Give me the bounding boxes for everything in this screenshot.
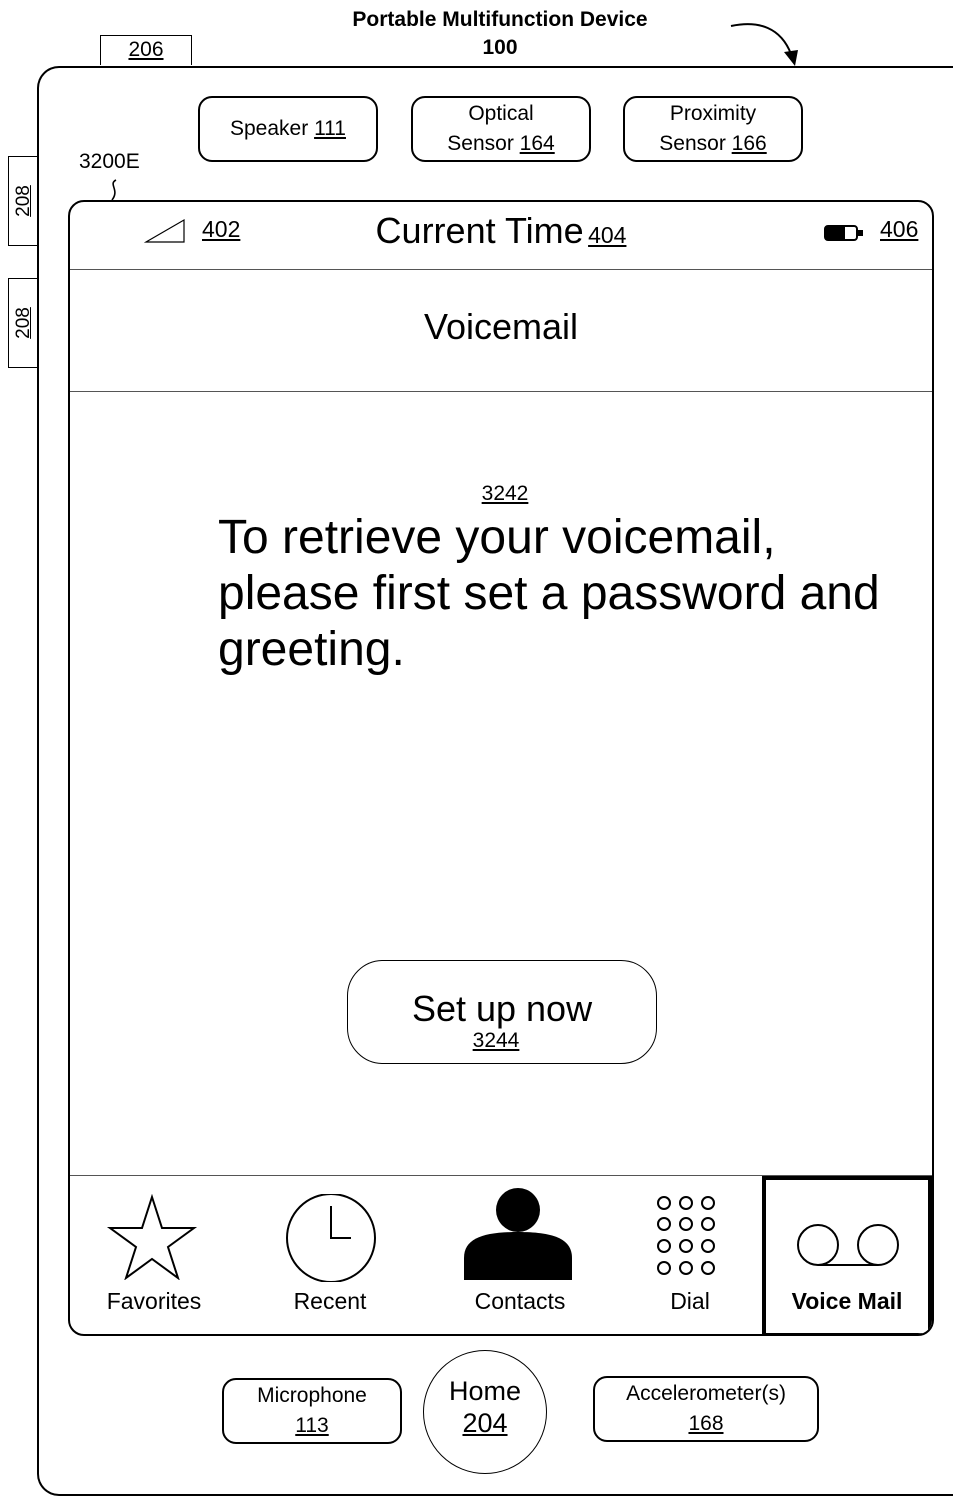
optical-sensor-label-2: Sensor (447, 132, 514, 155)
microphone-label: Microphone (257, 1384, 367, 1407)
proximity-sensor-label-2: Sensor (659, 132, 726, 155)
speaker-box: Speaker 111 (198, 96, 378, 162)
nav-bar: Voicemail (70, 270, 932, 392)
accelerometer-box: Accelerometer(s) 168 (593, 1376, 819, 1442)
home-button[interactable]: Home 204 (423, 1350, 547, 1474)
optical-sensor-ref: 164 (519, 132, 555, 155)
device-number: 100 (482, 36, 518, 59)
voicemail-icon (797, 1224, 899, 1266)
accelerometer-ref: 168 (688, 1412, 724, 1435)
keypad-icon (657, 1196, 715, 1275)
speaker-label: Speaker (230, 117, 309, 140)
tab-voice-mail[interactable]: Voice Mail (762, 1176, 932, 1334)
set-up-now-ref: 3244 (472, 1029, 520, 1052)
voicemail-message: To retrieve your voicemail, please first… (218, 511, 880, 676)
tab-dial-label: Dial (670, 1288, 710, 1314)
proximity-sensor-label: Proximity (669, 102, 757, 125)
touch-screen: 402 Current Time 404 406 Voicemail 3242 … (68, 200, 934, 1336)
message-ref: 3242 (481, 482, 529, 505)
optical-sensor-label: Optical (468, 102, 534, 125)
home-ref: 204 (462, 1408, 508, 1438)
tab-contacts[interactable]: Contacts (422, 1176, 618, 1334)
tab-favorites-label: Favorites (106, 1288, 202, 1314)
nav-title: Voicemail (423, 306, 579, 347)
current-time-ref: 404 (588, 222, 627, 248)
battery-icon (824, 225, 863, 241)
side-button-208-upper[interactable]: 208 (8, 156, 38, 246)
tab-recent[interactable]: Recent (238, 1176, 422, 1334)
speaker-ref: 111 (314, 117, 346, 140)
top-button-206[interactable]: 206 (100, 35, 192, 65)
proximity-sensor-box: Proximity Sensor 166 (623, 96, 803, 162)
star-icon (106, 1194, 198, 1280)
microphone-ref: 113 (295, 1414, 329, 1437)
status-bar: 402 Current Time 404 406 (70, 202, 932, 270)
battery-ref: 406 (880, 216, 919, 242)
optical-sensor-box: Optical Sensor 164 (411, 96, 591, 162)
person-icon (464, 1188, 572, 1280)
current-time-label: Current Time (375, 210, 584, 251)
tab-bar: Favorites Recent Contacts Dial Voice Mai… (70, 1175, 932, 1334)
current-time: Current Time 404 (70, 210, 932, 252)
microphone-box: Microphone 113 (222, 1378, 402, 1444)
device-title: Portable Multifunction Device (352, 8, 648, 31)
tab-contacts-label: Contacts (474, 1288, 566, 1314)
set-up-now-button[interactable]: Set up now 3244 (347, 960, 657, 1064)
proximity-sensor-ref: 166 (731, 132, 767, 155)
tab-favorites[interactable]: Favorites (70, 1176, 238, 1334)
squiggle-leader-icon (111, 179, 117, 201)
pointer-arrow-icon (730, 23, 798, 66)
tab-dial[interactable]: Dial (618, 1176, 762, 1334)
screen-ref-label: 3200E (79, 150, 140, 173)
accelerometer-label: Accelerometer(s) (626, 1382, 786, 1405)
tab-recent-label: Recent (293, 1288, 367, 1314)
side-button-208-lower[interactable]: 208 (8, 278, 38, 368)
home-label: Home (448, 1376, 522, 1406)
tab-voice-mail-label: Voice Mail (791, 1288, 903, 1314)
set-up-now-label: Set up now (411, 988, 593, 1029)
clock-icon (286, 1194, 376, 1282)
